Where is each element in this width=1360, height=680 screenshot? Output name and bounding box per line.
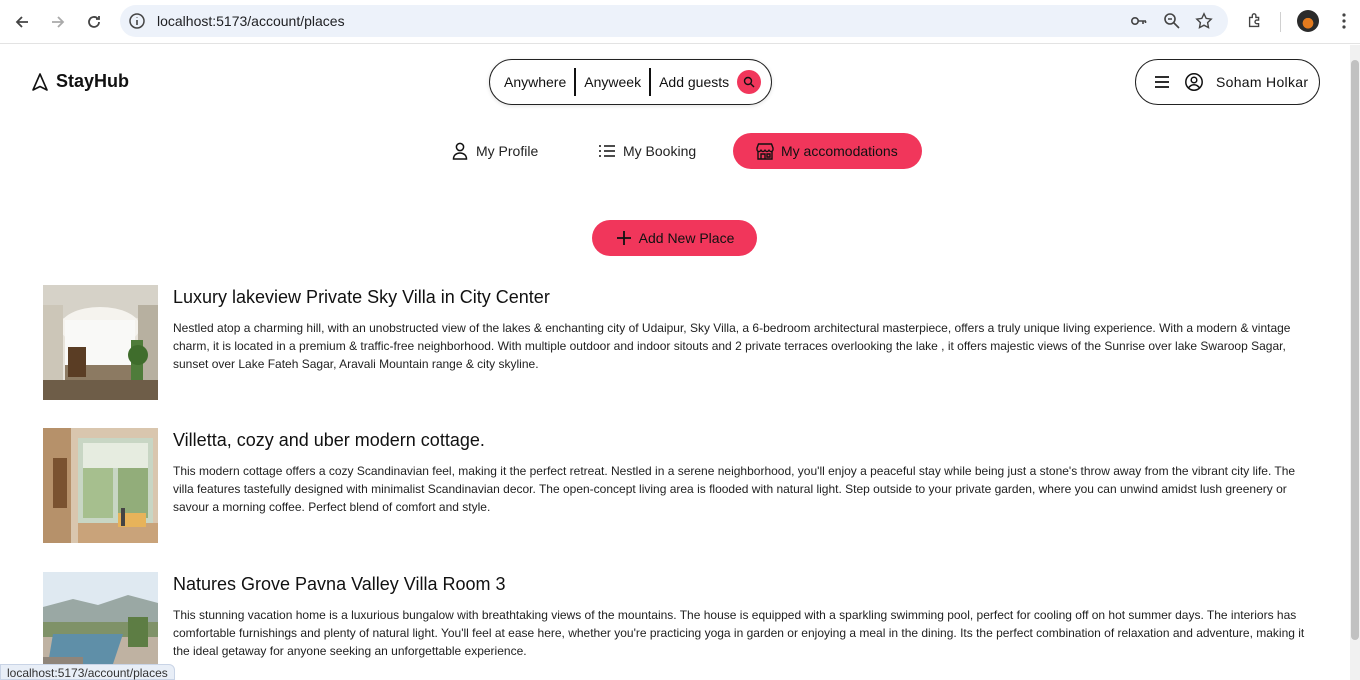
place-title: Luxury lakeview Private Sky Villa in Cit…	[173, 287, 550, 307]
scrollbar-thumb[interactable]	[1351, 60, 1359, 640]
info-icon[interactable]	[128, 12, 146, 30]
user-icon	[452, 142, 468, 160]
profile-button[interactable]	[1296, 9, 1320, 33]
search-button[interactable]	[737, 70, 762, 94]
hamburger-icon	[1155, 76, 1169, 88]
tab-my-accomodations[interactable]: My accomodations	[733, 133, 922, 169]
avatar	[1297, 10, 1319, 32]
search-guests[interactable]: Add guests	[659, 74, 729, 90]
tab-label: My Profile	[476, 143, 539, 159]
forward-button[interactable]	[45, 9, 71, 35]
place-card[interactable]: Villetta, cozy and uber modern cottage. …	[43, 428, 1313, 548]
place-photo[interactable]	[43, 285, 158, 400]
list-icon	[599, 145, 615, 157]
key-icon[interactable]	[1130, 12, 1148, 30]
user-menu[interactable]: Soham Holkar	[1135, 59, 1320, 105]
search-icon	[743, 76, 755, 88]
user-circle-icon	[1185, 73, 1203, 91]
tab-my-booking[interactable]: My Booking	[597, 133, 696, 169]
search-anyweek[interactable]: Anyweek	[584, 74, 641, 90]
search-divider	[649, 68, 652, 96]
place-photo[interactable]	[43, 428, 158, 543]
arrow-left-icon	[15, 16, 28, 28]
zoom-icon[interactable]	[1163, 12, 1181, 30]
browser-toolbar: localhost:5173/account/places	[0, 0, 1360, 44]
arrow-right-icon	[52, 16, 65, 28]
tab-label: My Booking	[623, 143, 697, 159]
url-text: localhost:5173/account/places	[157, 13, 345, 29]
extensions-button[interactable]	[1243, 9, 1267, 33]
tab-my-profile[interactable]: My Profile	[450, 133, 538, 169]
status-bar-url: localhost:5173/account/places	[0, 664, 175, 680]
cottage-interior-photo	[43, 428, 158, 543]
tab-label: My accomodations	[781, 143, 898, 159]
place-description: This modern cottage offers a cozy Scandi…	[173, 464, 1296, 514]
building-icon	[756, 143, 774, 160]
back-button[interactable]	[9, 9, 35, 35]
address-bar[interactable]: localhost:5173/account/places	[120, 5, 1228, 37]
navigation-arrow-icon	[32, 72, 48, 91]
search-divider	[574, 68, 577, 96]
kebab-menu-icon	[1342, 13, 1346, 29]
place-card[interactable]: Natures Grove Pavna Valley Villa Room 3 …	[43, 572, 1313, 680]
logo-text: StayHub	[56, 71, 130, 91]
place-title: Villetta, cozy and uber modern cottage.	[173, 430, 485, 450]
search-bar[interactable]: Anywhere Anyweek Add guests	[489, 59, 772, 105]
user-name: Soham Holkar	[1216, 74, 1309, 90]
logo[interactable]: StayHub	[30, 71, 129, 92]
puzzle-icon	[1248, 13, 1260, 28]
toolbar-divider	[1280, 12, 1281, 32]
place-description: This stunning vacation home is a luxurio…	[173, 608, 1305, 658]
place-description: Nestled atop a charming hill, with an un…	[173, 321, 1291, 371]
villa-interior-photo	[43, 285, 158, 400]
place-card[interactable]: Luxury lakeview Private Sky Villa in Cit…	[43, 285, 1313, 405]
reload-button[interactable]	[81, 9, 107, 35]
search-anywhere[interactable]: Anywhere	[504, 74, 566, 90]
place-title: Natures Grove Pavna Valley Villa Room 3	[173, 574, 506, 594]
add-new-place-label: Add New Place	[638, 230, 735, 246]
menu-button[interactable]	[1332, 9, 1356, 33]
reload-icon	[88, 16, 100, 28]
star-icon[interactable]	[1195, 12, 1213, 30]
add-new-place-button[interactable]: Add New Place	[592, 220, 757, 256]
plus-icon	[616, 231, 631, 245]
